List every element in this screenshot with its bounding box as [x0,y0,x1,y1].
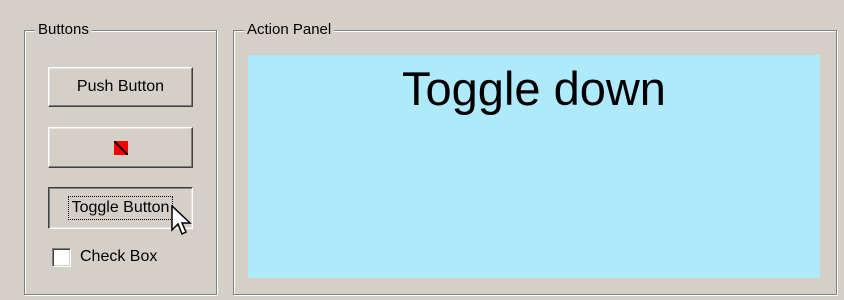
buttons-group-title: Buttons [35,21,92,39]
action-panel: Toggle down [248,55,820,278]
icon-button[interactable] [48,127,193,168]
push-button[interactable]: Push Button [48,67,193,107]
app-window: Buttons Push Button Toggle Button Check … [0,0,844,300]
buttons-groupbox: Buttons Push Button Toggle Button Check … [24,21,217,295]
check-box-label: Check Box [80,248,158,265]
action-panel-text: Toggle down [402,62,666,115]
action-panel-groupbox: Action Panel Toggle down [233,21,837,295]
no-entry-icon [113,140,128,155]
check-box[interactable]: Check Box [52,245,157,269]
toggle-button-label: Toggle Button [67,196,174,220]
mouse-pointer-icon [171,205,192,236]
push-button-label: Push Button [76,78,165,95]
action-panel-title: Action Panel [244,21,335,39]
checkbox-square[interactable] [52,247,71,267]
